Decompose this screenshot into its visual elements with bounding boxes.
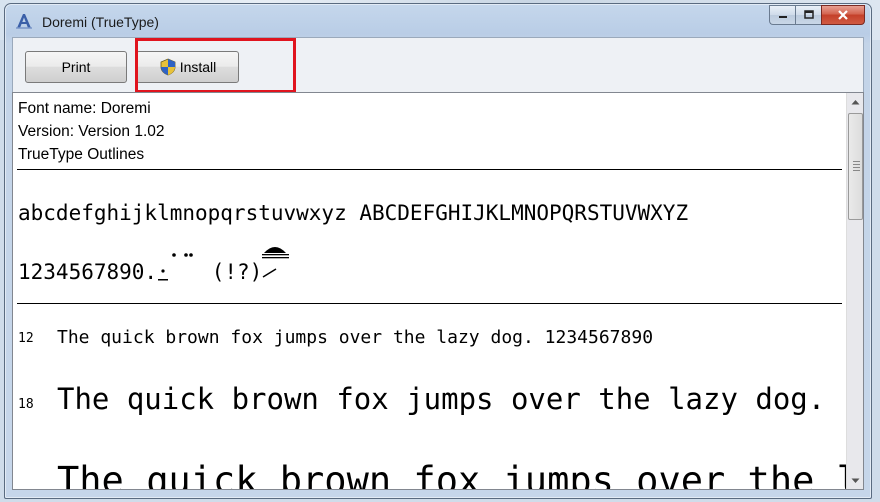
divider-bottom xyxy=(17,303,842,304)
charset-digits-line: 1234567890. (!?) xyxy=(18,247,296,284)
maximize-button[interactable] xyxy=(795,5,821,25)
font-viewer-window: Doremi (TrueType) Print Install Font nam… xyxy=(4,3,872,499)
sample-size-12: 12 xyxy=(18,331,34,346)
window-title: Doremi (TrueType) xyxy=(42,14,159,30)
glyph-dots-mark xyxy=(169,253,199,279)
scrollbar-thumb[interactable] xyxy=(848,113,863,220)
glyph-colon-mark xyxy=(157,261,169,281)
sample-text-12: The quick brown fox jumps over the lazy … xyxy=(57,327,654,348)
font-name-line: Font name: Doremi xyxy=(18,100,151,117)
font-icon xyxy=(16,14,32,29)
window-controls xyxy=(769,5,865,25)
chevron-up-icon xyxy=(851,99,860,104)
font-outline-line: TrueType Outlines xyxy=(18,146,145,163)
charset-digits: 1234567890. xyxy=(18,260,158,284)
close-button[interactable] xyxy=(821,5,865,25)
font-info: Font name: Doremi Version: Version 1.02 … xyxy=(18,97,165,166)
highlight-annotation xyxy=(135,38,296,93)
minimize-icon xyxy=(778,16,787,18)
scroll-down-button[interactable] xyxy=(847,472,863,489)
vertical-scrollbar[interactable] xyxy=(846,93,863,489)
sample-size-18: 18 xyxy=(18,397,34,412)
divider-top xyxy=(17,169,842,170)
charset-letters: abcdefghijklmnopqrstuvwxyz ABCDEFGHIJKLM… xyxy=(18,201,689,225)
chevron-down-icon xyxy=(851,478,860,483)
print-button[interactable]: Print xyxy=(25,51,127,83)
maximize-icon xyxy=(803,10,814,19)
title-bar[interactable]: Doremi (TrueType) xyxy=(5,4,871,36)
close-icon xyxy=(838,10,848,20)
toolbar: Print Install xyxy=(12,37,864,93)
sample-text-18: The quick brown fox jumps over the lazy … xyxy=(57,382,863,416)
glyph-fermata-mark xyxy=(262,247,296,279)
charset-punctuation: (!?) xyxy=(199,260,263,284)
sample-text-large: The quick brown fox jumps over the lazy … xyxy=(57,459,863,490)
font-version-line: Version: Version 1.02 xyxy=(18,123,165,140)
print-button-label: Print xyxy=(61,59,91,75)
scroll-up-button[interactable] xyxy=(847,93,863,110)
minimize-button[interactable] xyxy=(769,5,795,25)
font-preview-pane: Font name: Doremi Version: Version 1.02 … xyxy=(12,92,864,490)
